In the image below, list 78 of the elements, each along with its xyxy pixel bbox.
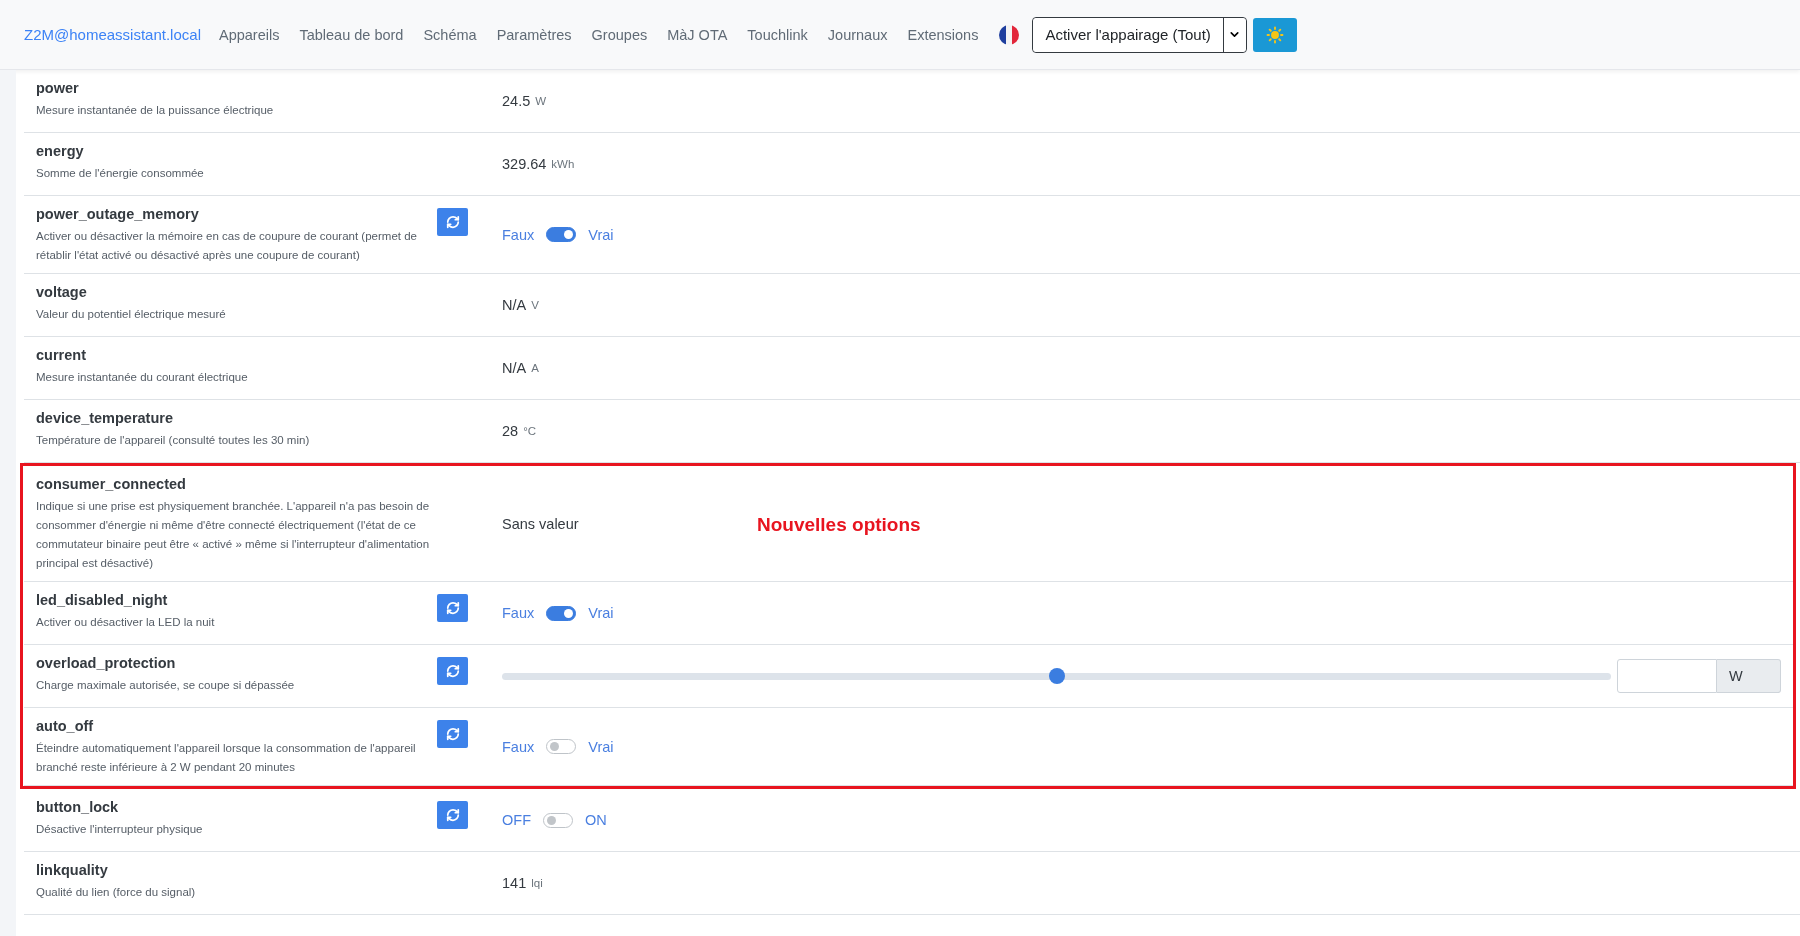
toggle-on-label[interactable]: Vrai: [588, 738, 614, 755]
toggle-switch[interactable]: [546, 605, 577, 621]
property-description: Somme de l'énergie consommée: [36, 166, 205, 181]
toggle-on-label[interactable]: Vrai: [588, 605, 614, 621]
nav-link[interactable]: Groupes: [581, 26, 658, 43]
property-description: Éteindre automatiquement l'appareil lorsque la consommation de l'appareil branché reste inférieure à 2 W pendant 20 minutes: [36, 741, 417, 775]
toggle-switch[interactable]: [546, 227, 577, 242]
nav-link[interactable]: MàJ OTA: [657, 26, 738, 43]
toggle-on-label[interactable]: ON: [585, 812, 607, 828]
refresh-icon: [445, 215, 460, 229]
nav-link[interactable]: Journaux: [817, 26, 898, 43]
unit-text: V: [531, 299, 539, 311]
toggle-switch[interactable]: [543, 812, 573, 828]
property-name: consumer_connected: [36, 476, 187, 492]
toggle-switch[interactable]: [546, 739, 577, 754]
annotation-label: Nouvelles options: [757, 514, 921, 536]
value-text: Sans valeur: [502, 515, 579, 532]
sun-icon: [1265, 25, 1284, 44]
property-name: voltage: [36, 284, 88, 300]
unit-text: kWh: [551, 158, 575, 170]
property-description: Mesure instantanée de la puissance électrique: [36, 103, 275, 118]
nav-link[interactable]: Appareils: [208, 26, 290, 43]
property-name: power_outage_memory: [36, 206, 200, 222]
property-description: Activer ou désactiver la mémoire en cas de coupure de courant (permet de rétablir l'état activé ou désactivé après une coupure de courant): [36, 229, 418, 263]
refresh-button[interactable]: [437, 801, 468, 829]
unit-text: W: [535, 95, 547, 107]
property-description: Température de l'appareil (consulté toutes les 30 min): [36, 433, 311, 448]
refresh-button[interactable]: [437, 720, 468, 748]
toggle-off-label[interactable]: OFF: [502, 812, 531, 828]
property-description: Valeur du potentiel électrique mesuré: [36, 307, 227, 322]
nav-link[interactable]: Schéma: [413, 26, 487, 43]
property-name: energy: [36, 143, 85, 159]
property-name: device_temperature: [36, 410, 174, 426]
property-name: button_lock: [36, 799, 120, 815]
value-text: N/A: [502, 360, 527, 376]
value-text: N/A: [502, 297, 527, 313]
nav-link[interactable]: Touchlink: [737, 26, 818, 43]
refresh-icon: [445, 664, 460, 678]
property-name: current: [36, 347, 87, 363]
property-description: Charge maximale autorisée, se coupe si dépassée: [36, 678, 296, 693]
value-text: 24.5: [502, 93, 531, 109]
unit-addon: W: [1717, 659, 1781, 693]
property-name: linkquality: [36, 862, 109, 878]
nav-link[interactable]: Paramètres: [486, 26, 582, 43]
value-text: 28: [502, 423, 519, 439]
value-text: 329.64: [502, 156, 547, 172]
property-description: Indique si une prise est physiquement branchée. L'appareil n'a pas besoin de consommer d'énergie ni même d'être connecté électriquement (l'état de ce commutateur binaire peut être « activé » même si l'interrupteur d'alimentation principal est désactivé): [36, 499, 431, 571]
brand-link[interactable]: Z2M@homeassistant.local: [24, 26, 201, 43]
unit-text: lqi: [531, 877, 543, 889]
flag-icon[interactable]: [998, 23, 1021, 46]
nav-link[interactable]: Tableau de bord: [289, 26, 414, 43]
property-name: led_disabled_night: [36, 592, 169, 608]
toggle-off-label[interactable]: Faux: [502, 226, 535, 243]
property-description: Qualité du lien (force du signal): [36, 885, 197, 900]
refresh-icon: [445, 727, 460, 741]
dropdown-toggle[interactable]: [1223, 17, 1246, 52]
property-description: Mesure instantanée du courant électrique: [36, 370, 249, 385]
toggle-off-label[interactable]: Faux: [502, 738, 535, 755]
property-name: power: [36, 80, 80, 96]
property-name: auto_off: [36, 718, 95, 734]
refresh-button[interactable]: [437, 657, 468, 685]
value-text: 141: [502, 875, 527, 891]
nav-link[interactable]: Extensions: [897, 26, 989, 43]
pairing-button[interactable]: Activer l'appairage (Tout): [1033, 17, 1224, 52]
number-input[interactable]: [1617, 659, 1717, 693]
property-name: overload_protection: [36, 655, 177, 671]
refresh-button[interactable]: [437, 594, 468, 622]
toggle-off-label[interactable]: Faux: [502, 605, 535, 621]
slider-thumb[interactable]: [1048, 667, 1065, 684]
unit-text: °C: [523, 425, 537, 437]
refresh-icon: [445, 808, 460, 822]
toggle-on-label[interactable]: Vrai: [588, 226, 614, 243]
refresh-icon: [445, 601, 460, 615]
refresh-button[interactable]: [437, 208, 468, 236]
property-description: Activer ou désactiver la LED la nuit: [36, 615, 216, 630]
theme-button[interactable]: [1252, 17, 1297, 52]
property-description: Désactive l'interrupteur physique: [36, 822, 204, 837]
unit-text: A: [531, 362, 539, 374]
